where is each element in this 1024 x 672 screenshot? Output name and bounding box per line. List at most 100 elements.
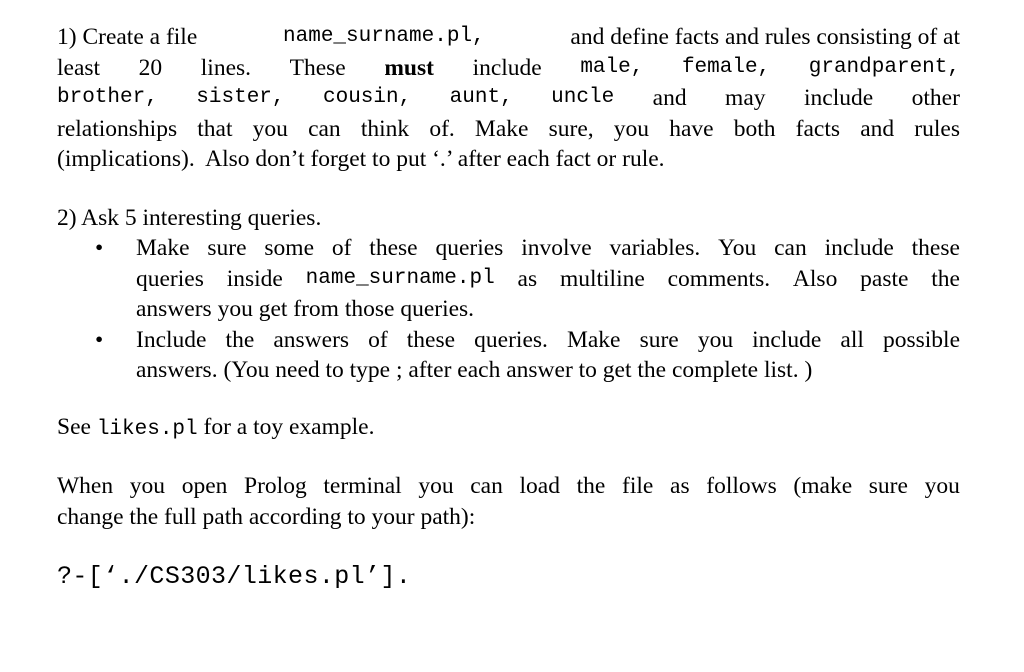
bullet1-line1-i: You	[718, 235, 757, 261]
prolog-intro-line1-a: When	[57, 473, 114, 499]
item1-line4-h: sure,	[548, 115, 594, 142]
prolog-intro-line1-i: the	[576, 473, 606, 499]
spacer-after-see-line	[57, 445, 960, 471]
bullet1-line1-a: Make	[136, 235, 190, 261]
prolog-intro-line1-k: as	[670, 473, 690, 499]
item1-line4-c: you	[252, 115, 288, 142]
item1-line3-code-aunt: aunt,	[449, 86, 513, 109]
item1-line-4: relationships that you can think of. Mak…	[57, 114, 960, 145]
item1-line-1: 1) Create a file name_surname.pl, and de…	[57, 22, 960, 53]
bullet1-line2-g: paste	[860, 265, 909, 292]
item1-line4-n: rules	[914, 115, 960, 142]
bullet-dot-icon: •	[95, 235, 104, 261]
see-text-b: for a toy example.	[197, 413, 375, 440]
prolog-intro-line1-f: you	[418, 473, 454, 499]
prolog-intro-line1-g: can	[470, 473, 503, 499]
instruction-item-1: 1) Create a file name_surname.pl, and de…	[57, 22, 960, 175]
spacer-after-item2	[57, 386, 960, 412]
bullet-dot-icon: •	[95, 326, 104, 353]
bullet2-line-1: Include the answers of these queries. Ma…	[136, 325, 960, 356]
prolog-intro-line1-c: open	[181, 473, 228, 499]
item1-line1-code: name_surname.pl,	[283, 25, 485, 48]
bullet2-line-2: answers. (You need to type ; after each …	[136, 357, 813, 383]
prolog-intro-line1-o: you	[924, 473, 960, 499]
item1-line4-i: you	[613, 115, 650, 142]
prolog-intro-line1-h: load	[519, 473, 560, 499]
prolog-intro-line1-m: (make	[793, 473, 853, 499]
bullet2-line1-b: the	[225, 326, 255, 353]
item1-line2-code-female: female,	[681, 55, 771, 79]
item1-line2-bold-must: must	[384, 54, 434, 81]
bullet1-line2-f: Also	[792, 265, 838, 292]
item1-line4-b: that	[197, 115, 233, 142]
bullet2-line1-l: possible	[882, 326, 960, 353]
list-item: • Include the answers of these queries. …	[57, 325, 960, 386]
bullet1-line-2: queries inside name_surname.pl as multil…	[136, 264, 960, 295]
item1-line4-f: of.	[429, 115, 455, 142]
item1-line3-code-sister: sister,	[196, 86, 285, 109]
see-code-likes-pl: likes.pl	[96, 417, 198, 441]
item1-line2-d: These	[289, 54, 346, 81]
bullet1-line-3: answers you get from those queries.	[136, 296, 475, 322]
item1-line3-b: may	[725, 85, 766, 111]
prolog-intro-line1-j: file	[622, 473, 654, 499]
bullet2-line1-i: you	[697, 326, 734, 353]
item1-line4-d: can	[308, 115, 341, 142]
see-example-line: See likes.pl for a toy example.	[57, 412, 960, 446]
bullet1-line2-d: multiline	[559, 265, 645, 292]
instruction-item-2: 2) Ask 5 interesting queries. • Make sur…	[57, 203, 960, 386]
spacer-before-command	[57, 532, 960, 562]
bullet1-line2-code-filename: name_surname.pl	[305, 266, 495, 290]
item1-line2-code-male: male,	[580, 55, 644, 79]
item1-line4-a: relationships	[57, 115, 178, 142]
prolog-intro-line1-l: follows	[706, 473, 777, 499]
item1-line1-text-a: 1) Create a file	[57, 24, 204, 50]
bullet1-line1-j: can	[774, 235, 807, 261]
bullet1-line-1: Make sure some of these queries involve …	[136, 233, 960, 264]
bullet1-line1-g: involve	[521, 235, 592, 261]
see-text-a: See	[57, 413, 97, 440]
bullet2-line1-j: include	[752, 326, 822, 353]
document-page: 1) Create a file name_surname.pl, and de…	[0, 0, 1024, 672]
bullet2-line1-a: Include	[136, 326, 207, 353]
item1-line-3: brother, sister, cousin, aunt, uncle and…	[57, 83, 960, 114]
bullet1-line2-c: as	[517, 265, 538, 292]
item1-line1-text-b: and define facts and rules consisting of…	[564, 24, 960, 50]
item1-line2-b: 20	[138, 54, 163, 81]
item1-line4-l: facts	[795, 115, 841, 142]
item1-line4-j: have	[669, 115, 714, 142]
item1-line3-a: and	[652, 85, 687, 111]
bullet1-line2-b: inside	[226, 265, 283, 292]
bullet2-line1-c: answers	[273, 326, 350, 353]
item1-line-2: least 20 lines. These must include male,…	[57, 53, 960, 84]
item1-line-5: (implications). Also don’t forget to put…	[57, 146, 665, 172]
bullet2-line1-h: sure	[639, 326, 679, 353]
prolog-intro-line-1: When you open Prolog terminal you can lo…	[57, 471, 960, 502]
bullet1-line2-a: queries	[136, 265, 204, 292]
bullet1-line1-h: variables.	[609, 235, 701, 261]
prolog-intro-paragraph: When you open Prolog terminal you can lo…	[57, 471, 960, 532]
item1-line3-code-cousin: cousin,	[322, 86, 412, 109]
bullet2-line1-d: of	[368, 326, 388, 353]
prolog-intro-line1-d: Prolog	[244, 473, 307, 499]
bullet1-line1-b: sure	[207, 235, 247, 261]
prolog-command-line: ?-[‘./CS303/likes.pl’].	[57, 562, 412, 591]
item1-line4-g: Make	[474, 115, 529, 142]
item1-line3-d: other	[911, 85, 960, 111]
item1-line4-k: both	[733, 115, 776, 142]
bullet1-line1-f: queries	[435, 235, 504, 261]
bullet2-line1-g: Make	[566, 326, 621, 353]
item1-line3-code-brother: brother,	[57, 86, 158, 109]
item1-line2-a: least	[57, 54, 101, 81]
item1-line3-code-uncle: uncle	[551, 86, 615, 109]
spacer-after-item1	[57, 175, 960, 203]
item2-bullet-list: • Make sure some of these queries involv…	[57, 233, 960, 386]
bullet1-line1-c: some	[264, 235, 314, 261]
item1-line2-e: include	[472, 54, 542, 81]
prolog-intro-line1-b: you	[129, 473, 166, 499]
bullet1-line1-d: of	[331, 235, 352, 261]
bullet1-line1-k: include	[824, 235, 894, 261]
item1-line3-c: include	[803, 85, 874, 111]
prolog-intro-line1-e: terminal	[323, 473, 402, 499]
bullet2-line1-k: all	[840, 326, 864, 353]
